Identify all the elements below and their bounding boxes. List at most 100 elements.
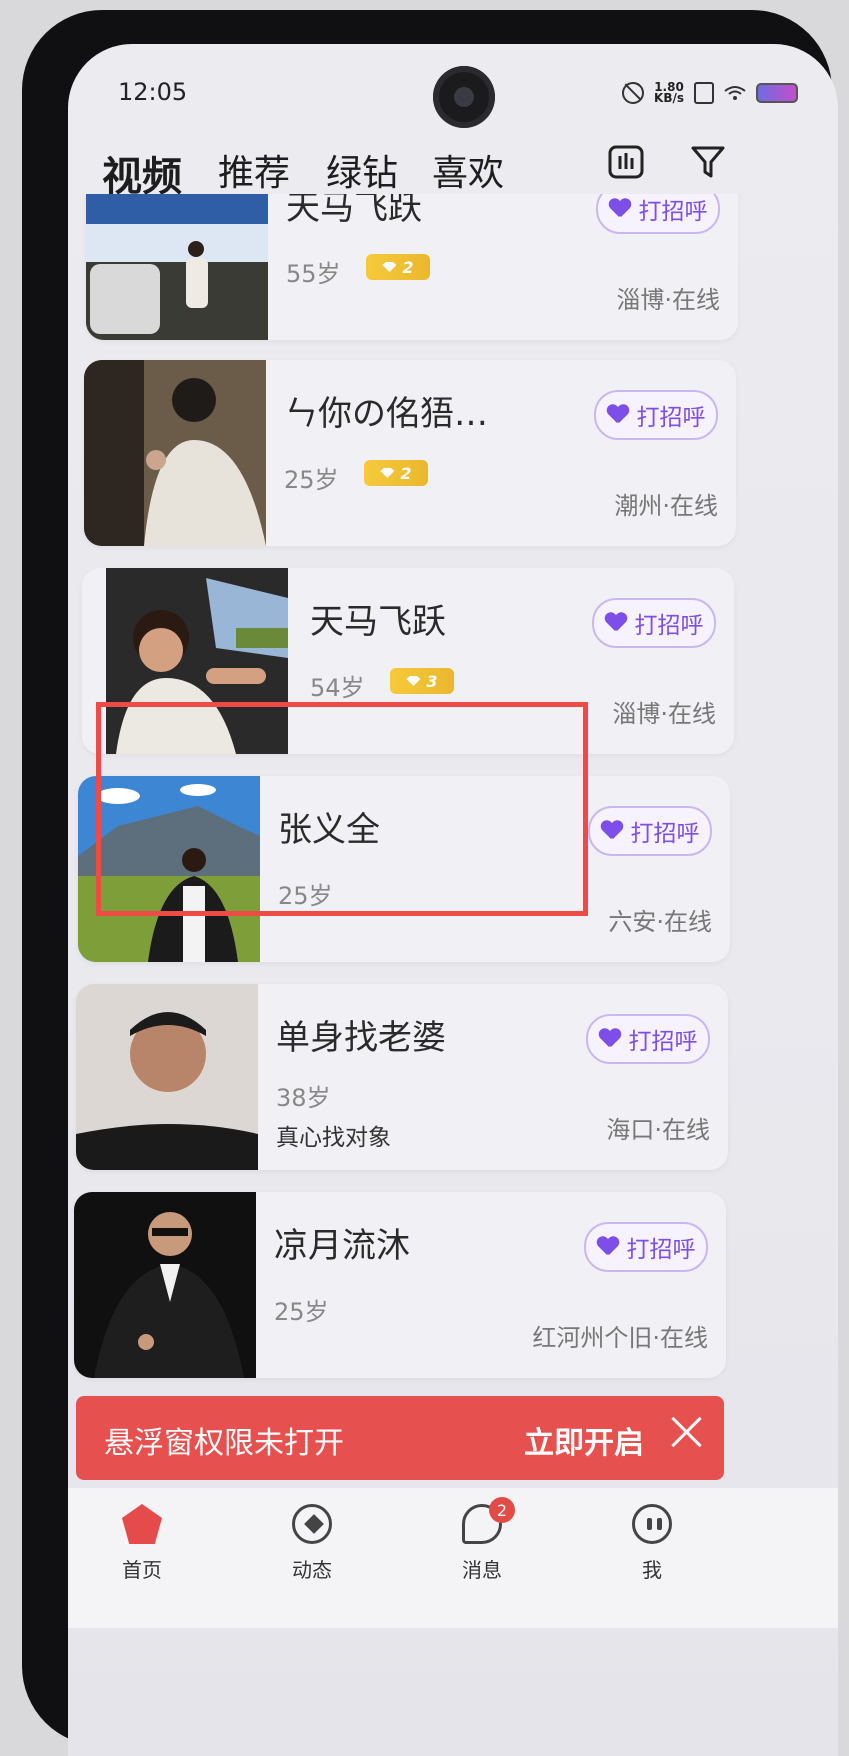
user-photo [106, 568, 288, 754]
user-location: 红河州个旧·在线 [532, 1324, 708, 1352]
profile-icon [632, 1504, 672, 1544]
floating-window-permission-banner: 悬浮窗权限未打开 立即开启 [76, 1396, 724, 1480]
user-card[interactable]: 单身找老婆 38岁 真心找对象 海口·在线 打招呼 [76, 984, 728, 1170]
network-speed-unit: KB/s [654, 91, 684, 105]
user-location: 海口·在线 [606, 1116, 710, 1144]
say-hello-label: 打招呼 [628, 1029, 698, 1055]
user-age: 25岁 [278, 882, 333, 910]
say-hello-label: 打招呼 [626, 1237, 696, 1263]
gem-icon [406, 676, 421, 686]
say-hello-button[interactable]: 打招呼 [584, 1222, 708, 1272]
user-card[interactable]: 天马飞跃 54岁 3 淄博·在线 打招呼 [82, 568, 734, 754]
nav-messages[interactable]: 2 消息 [422, 1497, 542, 1583]
enable-now-button[interactable]: 立即开启 [524, 1418, 644, 1462]
heart-icon [609, 199, 631, 219]
say-hello-button[interactable]: 打招呼 [596, 194, 720, 234]
say-hello-label: 打招呼 [634, 613, 704, 639]
user-photo [76, 984, 258, 1170]
user-location: 六安·在线 [608, 908, 712, 936]
status-icons: 1.80 KB/s [622, 81, 798, 105]
user-avatar [78, 776, 260, 962]
user-card[interactable]: 天马飞跃 55岁 2 淄博·在线 打招呼 [86, 194, 738, 340]
user-avatar [86, 194, 268, 340]
chat-icon: 2 [462, 1497, 515, 1544]
screen: 12:05 1.80 KB/s 视频 推荐 绿钻 喜欢 天马飞跃 55岁 2 淄… [68, 44, 838, 1756]
nfc-icon [694, 82, 714, 104]
status-bar: 12:05 1.80 KB/s [68, 44, 838, 134]
nav-home-label: 首页 [122, 1558, 162, 1582]
user-card[interactable]: 凉月流沐 25岁 红河州个旧·在线 打招呼 [74, 1192, 726, 1378]
user-name: ㄣ你の佲㹳… [284, 394, 488, 434]
nav-feed[interactable]: 动态 [252, 1504, 372, 1583]
user-list: 天马飞跃 55岁 2 淄博·在线 打招呼 ㄣ你の佲㹳… 25岁 2 潮州·在线 … [68, 194, 838, 1434]
heart-icon [601, 821, 623, 841]
gem-icon [382, 262, 397, 272]
unread-badge: 2 [489, 1497, 515, 1523]
user-bio: 真心找对象 [276, 1125, 391, 1151]
user-photo [74, 1192, 256, 1378]
battery-icon [756, 83, 798, 103]
compass-icon [292, 1504, 332, 1544]
heart-icon [605, 613, 627, 633]
nav-me[interactable]: 我 [592, 1504, 712, 1583]
user-age: 54岁 [310, 674, 365, 702]
user-age: 55岁 [286, 260, 341, 288]
vip-badge: 3 [390, 668, 454, 694]
user-avatar [84, 360, 266, 546]
vip-badge: 2 [366, 254, 430, 280]
user-age: 25岁 [284, 466, 339, 494]
stats-icon[interactable] [608, 144, 644, 180]
user-name: 单身找老婆 [276, 1018, 446, 1058]
phone-frame: 12:05 1.80 KB/s 视频 推荐 绿钻 喜欢 天马飞跃 55岁 2 淄… [22, 10, 838, 1756]
user-name: 天马飞跃 [286, 194, 422, 228]
user-card[interactable]: ㄣ你の佲㹳… 25岁 2 潮州·在线 打招呼 [84, 360, 736, 546]
tab-likes[interactable]: 喜欢 [432, 144, 504, 196]
say-hello-button[interactable]: 打招呼 [586, 1014, 710, 1064]
gem-icon [380, 468, 395, 478]
user-name: 天马飞跃 [310, 602, 446, 642]
user-photo [78, 776, 260, 962]
tab-recommend[interactable]: 推荐 [218, 144, 290, 196]
user-avatar [76, 984, 258, 1170]
filter-icon[interactable] [690, 144, 726, 180]
user-age: 25岁 [274, 1298, 329, 1326]
user-location: 潮州·在线 [614, 492, 718, 520]
nav-home[interactable]: 首页 [82, 1504, 202, 1583]
front-camera [433, 66, 495, 128]
user-location: 淄博·在线 [616, 286, 720, 314]
vip-level: 2 [402, 257, 414, 277]
heart-icon [599, 1029, 621, 1049]
vip-badge: 2 [364, 460, 428, 486]
heart-icon [607, 405, 629, 425]
say-hello-button[interactable]: 打招呼 [592, 598, 716, 648]
user-card[interactable]: 张义全 25岁 六安·在线 打招呼 [78, 776, 730, 962]
wifi-icon [724, 86, 746, 100]
user-avatar [74, 1192, 256, 1378]
user-age: 38岁 [276, 1084, 331, 1112]
heart-icon [597, 1237, 619, 1257]
close-icon[interactable] [670, 1414, 704, 1448]
bottom-navigation: 首页 动态 2 消息 我 [68, 1488, 838, 1628]
user-location: 淄博·在线 [612, 700, 716, 728]
user-photo [86, 194, 268, 340]
vip-level: 3 [426, 671, 438, 691]
say-hello-label: 打招呼 [630, 821, 700, 847]
say-hello-button[interactable]: 打招呼 [594, 390, 718, 440]
say-hello-label: 打招呼 [638, 199, 708, 225]
say-hello-label: 打招呼 [636, 405, 706, 431]
user-name: 张义全 [278, 810, 380, 850]
nav-messages-label: 消息 [462, 1558, 502, 1582]
vip-level: 2 [400, 463, 412, 483]
user-name: 凉月流沐 [274, 1226, 410, 1266]
banner-message: 悬浮窗权限未打开 [104, 1426, 344, 1461]
nav-me-label: 我 [642, 1558, 662, 1582]
network-speed: 1.80 KB/s [654, 81, 684, 105]
home-icon [122, 1504, 162, 1544]
nav-feed-label: 动态 [292, 1558, 332, 1582]
say-hello-button[interactable]: 打招呼 [588, 806, 712, 856]
tab-green-diamond[interactable]: 绿钻 [326, 144, 398, 196]
status-time: 12:05 [118, 78, 188, 106]
mute-icon [622, 82, 645, 104]
user-photo [84, 360, 266, 546]
user-avatar [106, 568, 288, 754]
